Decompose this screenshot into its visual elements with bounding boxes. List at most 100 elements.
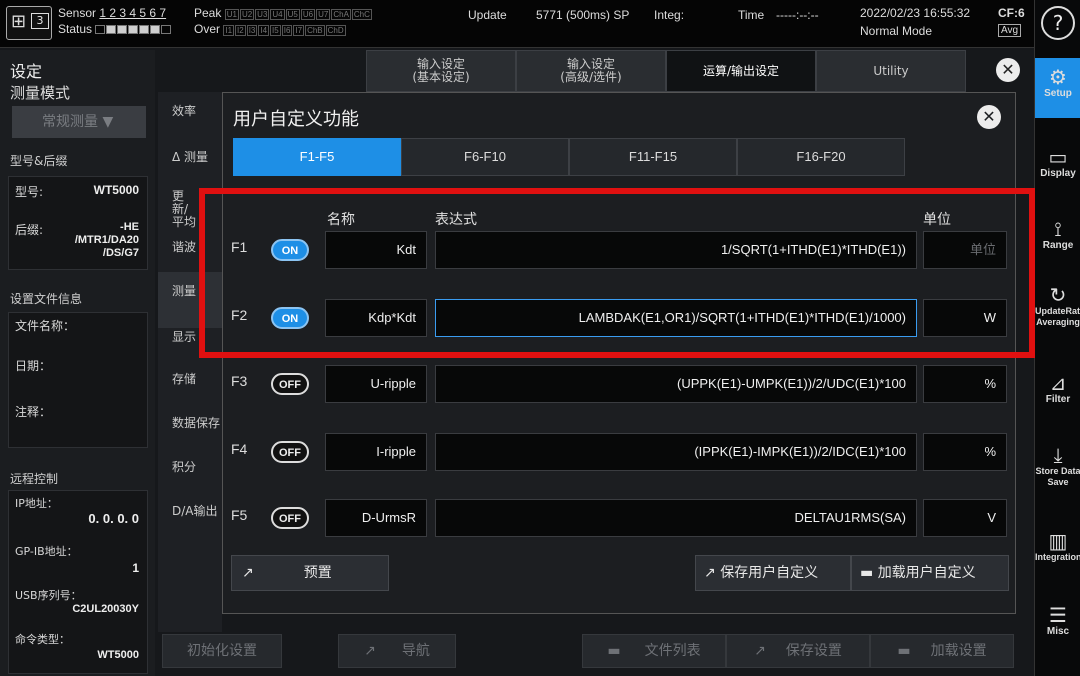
display-button[interactable]: ▭ Display [1035, 146, 1080, 179]
popup-icon: ↗ [754, 643, 766, 659]
status-label: Status [58, 22, 93, 36]
filter-icon: ⊿ [1049, 371, 1067, 395]
model-info-box: 型号: WT5000 后缀: -HE /MTR1/DA20 /DS/G7 [8, 176, 148, 270]
help-button[interactable]: ? [1041, 6, 1075, 40]
f3-toggle[interactable]: OFF [271, 373, 309, 395]
f3-name-field[interactable]: U-ripple [325, 365, 427, 403]
file-list-button[interactable]: ▬ 文件列表 [582, 634, 726, 668]
help-icon: ? [1052, 11, 1064, 35]
f5-expression-field[interactable]: DELTAU1RMS(SA) [435, 499, 917, 537]
cmd-value: WT5000 [97, 649, 139, 661]
peak-label: Peak [194, 6, 222, 20]
sensor-label: Sensor [58, 6, 97, 20]
model-section-title: 型号&后缀 [10, 154, 68, 168]
tab-f11-f15[interactable]: F11-F15 [569, 138, 737, 176]
model-value: WT5000 [93, 183, 139, 197]
highlight-box [199, 188, 1035, 358]
f5-unit-field[interactable]: V [923, 499, 1007, 537]
over-label: Over [194, 22, 221, 36]
function-row-f5: F5 OFF D-UrmsR DELTAU1RMS(SA) V [223, 495, 1017, 539]
range-icon: ⟟ [1054, 217, 1062, 241]
refresh-icon: ↻ [1049, 283, 1067, 307]
misc-button[interactable]: ☰ Misc [1035, 604, 1080, 637]
right-toolbar: ? ⚙Setup ▭Display ⟟Range ↻UpdateRate Ave… [1034, 0, 1080, 676]
preset-button[interactable]: ↗ 预置 [231, 555, 389, 591]
update-label: Update [468, 8, 507, 22]
display-icon: ▭ [1048, 145, 1068, 169]
gpib-value: 1 [132, 561, 139, 575]
integration-button[interactable]: ▥ Integration [1035, 530, 1080, 563]
page-title: 设定 [10, 62, 43, 81]
measure-mode-value: 常规测量 [42, 114, 98, 130]
tab-utility[interactable]: Utility [816, 50, 966, 92]
datetime: 2022/02/23 16:55:32 [860, 6, 971, 20]
time-value: -----:--:-- [776, 8, 819, 22]
left-panel: 设定 测量模式 常规测量 ▼ 型号&后缀 型号: WT5000 后缀: -HE … [0, 50, 155, 676]
measure-mode-title: 测量模式 [10, 84, 71, 102]
tab-computation-output[interactable]: 运算/输出设定 [666, 50, 816, 92]
folder-icon: ▬ [860, 565, 874, 581]
status-squares [95, 22, 172, 36]
f5-toggle[interactable]: OFF [271, 507, 309, 529]
status-bar: ⊞ 3 Sensor 1 2 3 4 5 6 7 Status Peak U1 U… [0, 0, 1034, 48]
close-icon: ✕ [1001, 60, 1015, 79]
integ-label: Integ: [654, 8, 685, 22]
usb-value: C2UL20030Y [72, 603, 139, 615]
over-channels: I1 I2 I3 I4 I5 I6 I7 ChB ChD [223, 25, 346, 36]
suffix-value: -HE /MTR1/DA20 /DS/G7 [74, 221, 139, 259]
ip-value: 0. 0. 0. 0 [88, 511, 139, 526]
gear-icon: ⚙ [1049, 65, 1067, 89]
channel-number: 3 [31, 13, 49, 29]
setup-button[interactable]: ⚙ Setup [1035, 58, 1080, 118]
setup-close-button[interactable]: ✕ [996, 58, 1020, 82]
f5-name-field[interactable]: D-UrmsR [325, 499, 427, 537]
mode-label: Normal Mode [860, 24, 933, 38]
measure-mode-dropdown[interactable]: 常规测量 ▼ [12, 106, 146, 138]
dialog-title: 用户自定义功能 [233, 109, 359, 130]
save-user-defined-button[interactable]: ↗ 保存用户自定义 [695, 555, 851, 591]
f4-toggle[interactable]: OFF [271, 441, 309, 463]
time-label: Time [738, 8, 765, 22]
tab-input-advanced[interactable]: 输入设定 (高级/选件) [516, 50, 666, 92]
menu-item-da-output[interactable]: D/A输出 [158, 492, 222, 548]
save-settings-button[interactable]: ↗ 保存设置 [726, 634, 870, 668]
chevron-down-icon: ▼ [102, 114, 114, 130]
popup-icon: ↗ [242, 565, 254, 581]
f3-expression-field[interactable]: (UPPK(E1)-UMPK(E1))/2/UDC(E1)*100 [435, 365, 917, 403]
update-value: 5771 (500ms) SP [536, 8, 630, 22]
popup-icon: ↗ [704, 565, 716, 581]
init-settings-button[interactable]: 初始化设置 [162, 634, 282, 668]
tab-f1-f5[interactable]: F1-F5 [233, 138, 401, 176]
folder-icon: ▬ [897, 643, 911, 659]
tab-f16-f20[interactable]: F16-F20 [737, 138, 905, 176]
integration-icon: ▥ [1048, 529, 1068, 553]
file-info-box: 文件名称： 日期： 注释： [8, 312, 148, 448]
f4-name-field[interactable]: I-ripple [325, 433, 427, 471]
avg-badge: Avg [998, 24, 1022, 37]
store-button[interactable]: ⤓ Store Data Save [1035, 444, 1080, 488]
setup-menu: 效率 Δ 测量 更新/平均 谐波 测量 显示 存储 数据保存 积分 D/A输出 [158, 92, 222, 632]
filter-button[interactable]: ⊿ Filter [1035, 372, 1080, 405]
popup-icon: ↗ [364, 643, 376, 659]
range-button[interactable]: ⟟ Range [1035, 218, 1080, 251]
peak-channels: U1 U2 U3 U4 U5 U6 U7 ChA ChC [224, 9, 372, 20]
remote-info-box: IP地址： 0. 0. 0. 0 GP-IB地址： 1 USB序列号： C2UL… [8, 490, 148, 674]
update-rate-button[interactable]: ↻UpdateRate Averaging [1035, 284, 1080, 328]
f4-expression-field[interactable]: (IPPK(E1)-IMPK(E1))/2/IDC(E1)*100 [435, 433, 917, 471]
misc-icon: ☰ [1049, 603, 1067, 627]
load-settings-button[interactable]: ▬ 加载设置 [870, 634, 1014, 668]
cf-label: CF:6 [998, 6, 1025, 20]
function-row-f4: F4 OFF I-ripple (IPPK(E1)-IMPK(E1))/2/ID… [223, 429, 1017, 473]
sensor-numbers: 1 2 3 4 5 6 7 [99, 6, 167, 20]
tab-f6-f10[interactable]: F6-F10 [401, 138, 569, 176]
f4-unit-field[interactable]: % [923, 433, 1007, 471]
store-icon: ⤓ [1053, 443, 1063, 467]
navigation-button[interactable]: ↗ 导航 [338, 634, 456, 668]
f3-unit-field[interactable]: % [923, 365, 1007, 403]
file-section-title: 设置文件信息 [10, 292, 83, 306]
dialog-close-button[interactable]: ✕ [977, 105, 1001, 129]
folder-icon: ▬ [607, 643, 621, 659]
load-user-defined-button[interactable]: ▬ 加载用户自定义 [851, 555, 1009, 591]
channel-icon[interactable]: ⊞ 3 [6, 6, 52, 40]
tab-input-basic[interactable]: 输入设定 (基本设定) [366, 50, 516, 92]
